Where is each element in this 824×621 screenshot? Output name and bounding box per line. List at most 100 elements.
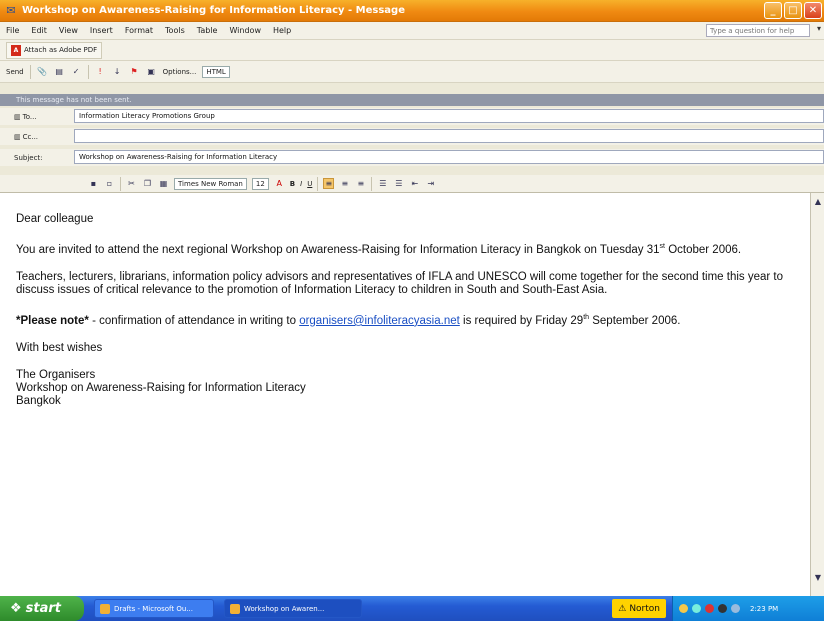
send-button[interactable]: Send bbox=[6, 68, 24, 76]
subject-field[interactable]: Workshop on Awareness-Raising for Inform… bbox=[74, 150, 824, 164]
tray-icon[interactable] bbox=[705, 604, 714, 613]
menu-edit[interactable]: Edit bbox=[31, 26, 47, 35]
cc-field[interactable] bbox=[74, 129, 824, 143]
attach-icon[interactable]: 📎 bbox=[37, 66, 48, 77]
font-select[interactable]: Times New Roman bbox=[174, 177, 247, 190]
bold-button[interactable]: B bbox=[290, 180, 295, 188]
subject-label: Subject: bbox=[14, 153, 43, 162]
underline-button[interactable]: U bbox=[307, 180, 312, 188]
outlook-icon bbox=[100, 603, 110, 614]
message-app-icon: ✉ bbox=[6, 4, 16, 17]
copy-icon[interactable]: ❐ bbox=[142, 178, 153, 189]
print-icon[interactable]: ▫ bbox=[104, 178, 115, 189]
message-icon bbox=[230, 603, 240, 614]
cc-label: Cc... bbox=[22, 132, 39, 141]
note-end: September 2006. bbox=[589, 314, 681, 327]
invitation-text-end: October 2006. bbox=[665, 243, 742, 256]
taskbar-item-drafts[interactable]: Drafts - Microsoft Ou... bbox=[94, 599, 214, 618]
standard-toolbar: Send 📎 ▤ ✓ ! ↓ ⚑ ▣ Options... HTML bbox=[0, 61, 824, 83]
window-controls: _ □ ✕ bbox=[764, 2, 822, 19]
window-title: Workshop on Awareness-Raising for Inform… bbox=[22, 5, 405, 16]
menu-table[interactable]: Table bbox=[197, 26, 218, 35]
cc-button[interactable]: ▥ Cc... bbox=[0, 133, 70, 141]
italic-button[interactable]: I bbox=[300, 180, 302, 188]
task-label: Workshop on Awaren... bbox=[244, 604, 325, 613]
cut-icon[interactable]: ✂ bbox=[126, 178, 137, 189]
message-body[interactable]: Dear colleague You are invited to attend… bbox=[0, 193, 810, 596]
toolbar-separator bbox=[371, 176, 373, 191]
toolbar-separator bbox=[120, 176, 121, 191]
norton-button[interactable]: ⚠ Norton bbox=[612, 599, 666, 618]
options-button[interactable]: Options... bbox=[163, 68, 197, 76]
high-importance-icon[interactable]: ! bbox=[95, 66, 106, 77]
align-right-icon[interactable]: ≡ bbox=[355, 178, 366, 189]
numbered-list-icon[interactable]: ☰ bbox=[377, 178, 388, 189]
subject-row: Subject: Workshop on Awareness-Raising f… bbox=[0, 149, 824, 166]
to-field[interactable]: Information Literacy Promotions Group bbox=[74, 109, 824, 123]
formatting-toolbar: ▪ ▫ ✂ ❐ ▦ Times New Roman 12 A B I U ≡ ≡… bbox=[0, 175, 824, 193]
to-label: To... bbox=[22, 112, 37, 121]
align-center-icon[interactable]: ≡ bbox=[339, 178, 350, 189]
cc-row: ▥ Cc... bbox=[0, 128, 824, 145]
clock: 2:23 PM bbox=[750, 604, 779, 613]
attach-pdf-button[interactable]: A Attach as Adobe PDF bbox=[6, 41, 103, 59]
pdf-toolbar: A Attach as Adobe PDF bbox=[0, 40, 824, 61]
tray-icon[interactable] bbox=[692, 604, 701, 613]
taskbar: ❖ start Drafts - Microsoft Ou... Worksho… bbox=[0, 596, 824, 621]
scroll-up-icon[interactable]: ▲ bbox=[812, 195, 824, 207]
increase-indent-icon[interactable]: ⇥ bbox=[425, 178, 436, 189]
menu-format[interactable]: Format bbox=[125, 26, 153, 35]
taskbar-item-message[interactable]: Workshop on Awaren... bbox=[224, 599, 362, 618]
paragraph-note: *Please note* - confirmation of attendan… bbox=[16, 311, 794, 328]
help-search-input[interactable]: Type a question for help bbox=[706, 24, 810, 37]
address-book-icon[interactable]: ▤ bbox=[54, 66, 65, 77]
toolbar-separator bbox=[29, 64, 31, 79]
tray-icon[interactable] bbox=[679, 604, 688, 613]
paste-icon[interactable]: ▦ bbox=[158, 178, 169, 189]
start-button[interactable]: ❖ start bbox=[0, 596, 84, 621]
tray-icon[interactable] bbox=[731, 604, 740, 613]
scroll-down-icon[interactable]: ▼ bbox=[812, 571, 824, 583]
paragraph-invitation: You are invited to attend the next regio… bbox=[16, 240, 794, 257]
title-bar: ✉ Workshop on Awareness-Raising for Info… bbox=[0, 0, 824, 22]
signature-line-1: The Organisers bbox=[16, 368, 96, 381]
font-size-select[interactable]: 12 bbox=[251, 177, 269, 190]
permission-icon[interactable]: ▣ bbox=[146, 66, 157, 77]
help-dropdown-icon[interactable]: ▾ bbox=[817, 24, 821, 33]
to-button[interactable]: ▥ To... bbox=[0, 113, 70, 121]
minimize-button[interactable]: _ bbox=[764, 2, 782, 19]
maximize-button[interactable]: □ bbox=[784, 2, 802, 19]
check-names-icon[interactable]: ✓ bbox=[71, 66, 82, 77]
menu-view[interactable]: View bbox=[59, 26, 78, 35]
bullet-list-icon[interactable]: ☰ bbox=[393, 178, 404, 189]
font-color-icon[interactable]: A bbox=[274, 178, 285, 189]
menu-insert[interactable]: Insert bbox=[90, 26, 113, 35]
menu-help[interactable]: Help bbox=[273, 26, 291, 35]
save-icon[interactable]: ▪ bbox=[88, 178, 99, 189]
tray-icon[interactable] bbox=[718, 604, 727, 613]
toolbar-separator bbox=[87, 64, 89, 79]
pdf-icon: A bbox=[11, 44, 21, 56]
vertical-scrollbar[interactable]: ▲ ▼ bbox=[810, 193, 824, 596]
close-button[interactable]: ✕ bbox=[804, 2, 822, 19]
menu-tools[interactable]: Tools bbox=[165, 26, 185, 35]
email-link[interactable]: organisers@infoliteracyasia.net bbox=[299, 315, 460, 327]
invitation-text: You are invited to attend the next regio… bbox=[16, 243, 660, 256]
toolbar-separator bbox=[317, 176, 319, 191]
paragraph-participants: Teachers, lecturers, librarians, informa… bbox=[16, 270, 784, 296]
low-importance-icon[interactable]: ↓ bbox=[112, 66, 123, 77]
format-select[interactable]: HTML bbox=[202, 65, 230, 78]
task-label: Drafts - Microsoft Ou... bbox=[114, 604, 193, 613]
address-book-icon: ▥ bbox=[14, 112, 21, 121]
align-left-icon[interactable]: ≡ bbox=[323, 178, 335, 189]
attach-pdf-label: Attach as Adobe PDF bbox=[24, 46, 98, 54]
closing: With best wishes bbox=[16, 341, 103, 354]
decrease-indent-icon[interactable]: ⇤ bbox=[409, 178, 420, 189]
menu-window[interactable]: Window bbox=[229, 26, 261, 35]
flag-icon[interactable]: ⚑ bbox=[129, 66, 140, 77]
norton-label: Norton bbox=[629, 603, 660, 614]
menu-file[interactable]: File bbox=[6, 26, 19, 35]
note-text: - confirmation of attendance in writing … bbox=[88, 314, 300, 327]
signature-line-2: Workshop on Awareness-Raising for Inform… bbox=[16, 381, 306, 394]
note-label: *Please note* bbox=[16, 314, 89, 327]
